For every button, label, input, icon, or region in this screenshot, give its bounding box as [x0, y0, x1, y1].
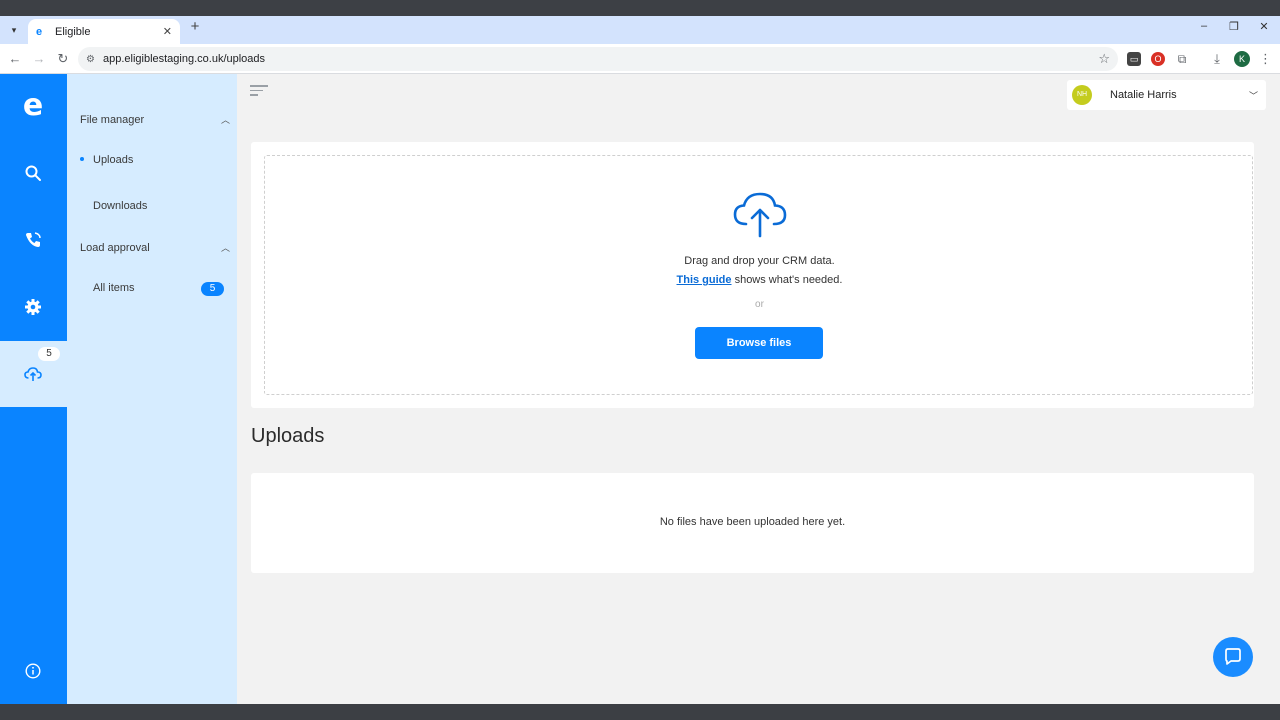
extensions-puzzle-icon[interactable]: ⧉ [1175, 52, 1189, 66]
eligible-favicon-icon: e [36, 25, 43, 38]
avatar: NH [1072, 85, 1092, 105]
url-field[interactable]: ⚙ app.eligiblestaging.co.uk/uploads ☆ [78, 47, 1118, 71]
group-label: Load approval [80, 241, 150, 254]
new-tab-button[interactable]: + [188, 19, 202, 34]
browse-files-button[interactable]: Browse files [695, 327, 823, 359]
sidebar-item-all-items[interactable]: All items [93, 282, 135, 294]
chat-bubble-icon [1225, 648, 1241, 665]
user-name: Natalie Harris [1110, 89, 1177, 101]
chevron-up-icon[interactable]: ︿ [221, 113, 230, 126]
collapse-menu-icon[interactable] [250, 85, 268, 97]
opera-extension-icon[interactable]: O [1151, 52, 1165, 66]
browser-menu-icon[interactable]: ⋮ [1259, 51, 1272, 67]
dropzone-guide-line: This guide shows what's needed. [265, 274, 1254, 286]
dropzone-instruction: Drag and drop your CRM data. [684, 255, 835, 267]
tab-close-icon[interactable]: ✕ [163, 25, 172, 38]
chevron-up-icon[interactable]: ︿ [221, 241, 230, 254]
file-manager-group-header[interactable]: File manager ︿ [80, 113, 230, 126]
tab-search-chevron-icon[interactable]: ▾ [6, 22, 22, 38]
search-icon[interactable] [23, 163, 43, 183]
page-title: Uploads [251, 425, 325, 447]
forward-icon[interactable]: → [31, 51, 47, 67]
minimize-icon[interactable]: – [1197, 20, 1211, 32]
cloud-upload-icon [733, 192, 787, 238]
or-separator: or [755, 299, 764, 310]
upload-count-badge: 5 [38, 347, 60, 361]
bookmark-star-icon[interactable]: ☆ [1098, 51, 1110, 67]
address-bar-row: ← → ↻ ⚙ app.eligiblestaging.co.uk/upload… [0, 44, 1280, 74]
app-root: e 5 File manager ︿ Uploads Downloads Loa… [0, 74, 1280, 704]
eligible-logo[interactable]: e [19, 91, 47, 121]
file-dropzone[interactable]: Drag and drop your CRM data. This guide … [264, 155, 1253, 395]
sidebar-item-uploads[interactable]: Uploads [93, 154, 133, 166]
icon-rail: e 5 [0, 74, 67, 704]
download-icon[interactable]: ⤓ [1210, 52, 1224, 66]
group-label: File manager [80, 113, 145, 126]
secondary-sidebar: File manager ︿ Uploads Downloads Load ap… [67, 74, 237, 704]
os-top-strip [0, 0, 1280, 16]
browser-tab[interactable]: e Eligible ✕ [28, 19, 180, 44]
all-items-count-badge: 5 [201, 282, 224, 296]
back-icon[interactable]: ← [7, 51, 23, 67]
tab-title: Eligible [55, 25, 91, 38]
browser-profile-avatar[interactable]: K [1234, 51, 1250, 67]
user-menu[interactable]: NH Natalie Harris ﹀ [1067, 80, 1266, 110]
cloud-upload-icon[interactable] [23, 364, 43, 384]
reload-icon[interactable]: ↻ [55, 51, 71, 67]
url-text: app.eligiblestaging.co.uk/uploads [102, 53, 266, 65]
guide-link[interactable]: This guide [677, 274, 732, 286]
window-close-icon[interactable]: ✕ [1257, 20, 1271, 33]
phone-icon[interactable] [23, 230, 43, 250]
os-bottom-strip [0, 704, 1280, 720]
load-approval-group-header[interactable]: Load approval ︿ [80, 241, 230, 254]
uploads-list-panel: No files have been uploaded here yet. [251, 473, 1254, 573]
extension-icon[interactable]: ▭ [1127, 52, 1141, 66]
site-settings-icon[interactable]: ⚙ [86, 54, 95, 65]
info-icon[interactable] [23, 661, 43, 681]
chevron-down-icon[interactable]: ﹀ [1249, 89, 1258, 102]
help-chat-button[interactable] [1213, 637, 1253, 677]
main-content: NH Natalie Harris ﹀ Drag and drop your C… [237, 74, 1267, 704]
empty-state-message: No files have been uploaded here yet. [659, 516, 846, 528]
gear-icon[interactable] [23, 297, 43, 317]
guide-line-text: shows what's needed. [731, 274, 843, 286]
restore-icon[interactable]: ❐ [1227, 20, 1241, 33]
sidebar-item-downloads[interactable]: Downloads [93, 200, 147, 212]
upload-panel: Drag and drop your CRM data. This guide … [251, 142, 1254, 408]
active-bullet-icon [80, 157, 84, 161]
